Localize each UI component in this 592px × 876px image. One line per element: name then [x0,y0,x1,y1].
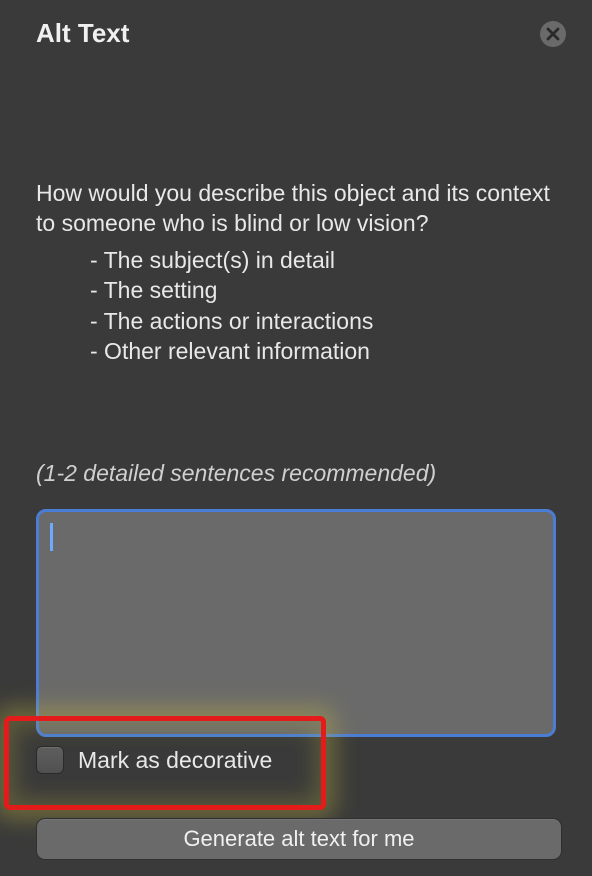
bullet-item: - The subject(s) in detail [90,245,556,275]
bullet-item: - The setting [90,275,556,305]
decorative-label: Mark as decorative [78,747,272,774]
dialog-title: Alt Text [36,18,129,49]
close-icon [546,27,560,41]
bullet-list: - The subject(s) in detail - The setting… [36,245,556,366]
bullet-item: - The actions or interactions [90,306,556,336]
prompt-text: How would you describe this object and i… [36,179,556,239]
generate-button-label: Generate alt text for me [183,826,414,852]
recommendation-text: (1-2 detailed sentences recommended) [36,460,556,487]
bullet-item: - Other relevant information [90,336,556,366]
generate-button[interactable]: Generate alt text for me [36,818,562,860]
close-button[interactable] [540,21,566,47]
alt-text-input[interactable] [36,509,556,737]
decorative-checkbox[interactable] [36,746,64,774]
